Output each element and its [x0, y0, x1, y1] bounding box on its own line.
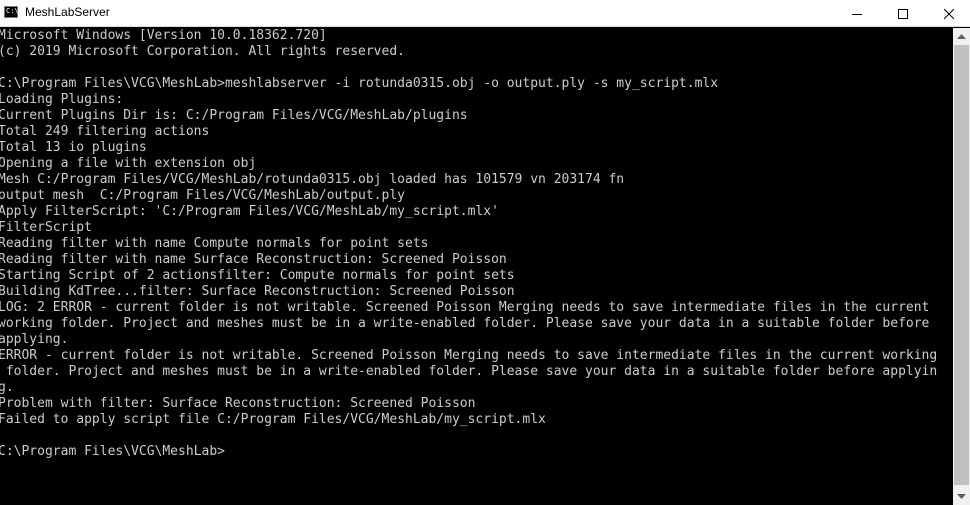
vertical-scrollbar[interactable] [953, 28, 970, 505]
close-icon [944, 8, 954, 19]
console-line: folder. Project and meshes must be in a … [0, 364, 938, 379]
scrollbar-thumb[interactable] [954, 45, 969, 485]
console-output[interactable]: Microsoft Windows [Version 10.0.18362.72… [0, 28, 953, 505]
scroll-down-arrow-icon [957, 493, 966, 499]
console-line: Starting Script of 2 actionsfilter: Comp… [0, 268, 515, 283]
console-icon-glyph: C:\ [6, 7, 19, 15]
console-line: g. [0, 380, 14, 395]
console-line: Reading filter with name Surface Reconst… [0, 252, 507, 267]
console-line: output mesh C:/Program Files/VCG/MeshLab… [0, 188, 405, 203]
minimize-icon [852, 13, 862, 15]
console-line: LOG: 2 ERROR - current folder is not wri… [0, 300, 930, 315]
console-line: Apply FilterScript: 'C:/Program Files/VC… [0, 204, 499, 219]
console-line: Loading Plugins: [0, 92, 124, 107]
console-line: C:\Program Files\VCG\MeshLab>meshlabserv… [0, 76, 719, 91]
console-line: FilterScript [0, 220, 92, 235]
maximize-button[interactable] [880, 0, 926, 27]
console-line: Failed to apply script file C:/Program F… [0, 412, 546, 427]
console-line: Total 249 filtering actions [0, 124, 210, 139]
maximize-icon [898, 8, 908, 19]
console-line: C:\Program Files\VCG\MeshLab> [0, 444, 225, 459]
console-line: Mesh C:/Program Files/VCG/MeshLab/rotund… [0, 172, 625, 187]
console-line: Microsoft Windows [Version 10.0.18362.72… [0, 28, 327, 43]
console-line: working folder. Project and meshes must … [0, 316, 930, 331]
title-bar[interactable]: C:\ MeshLabServer [0, 0, 970, 27]
scroll-up-arrow-icon [957, 33, 966, 39]
close-button[interactable] [926, 0, 970, 27]
console-window-icon[interactable]: C:\ [4, 6, 19, 18]
console-line: Current Plugins Dir is: C:/Program Files… [0, 108, 468, 123]
console-line: Building KdTree...filter: Surface Recons… [0, 284, 515, 299]
console-line: Opening a file with extension obj [0, 156, 257, 171]
console-line: (c) 2019 Microsoft Corporation. All righ… [0, 44, 405, 59]
scroll-down-button[interactable] [953, 488, 970, 505]
console-line: ERROR - current folder is not writable. … [0, 348, 938, 363]
console-text: Microsoft Windows [Version 10.0.18362.72… [0, 28, 937, 460]
minimize-button[interactable] [834, 0, 880, 27]
window-title: MeshLabServer [25, 5, 110, 19]
console-line: Total 13 io plugins [0, 140, 147, 155]
console-line: applying. [0, 332, 69, 347]
scroll-up-button[interactable] [953, 28, 970, 45]
console-line: Reading filter with name Compute normals… [0, 236, 429, 251]
console-line: Problem with filter: Surface Reconstruct… [0, 396, 476, 411]
